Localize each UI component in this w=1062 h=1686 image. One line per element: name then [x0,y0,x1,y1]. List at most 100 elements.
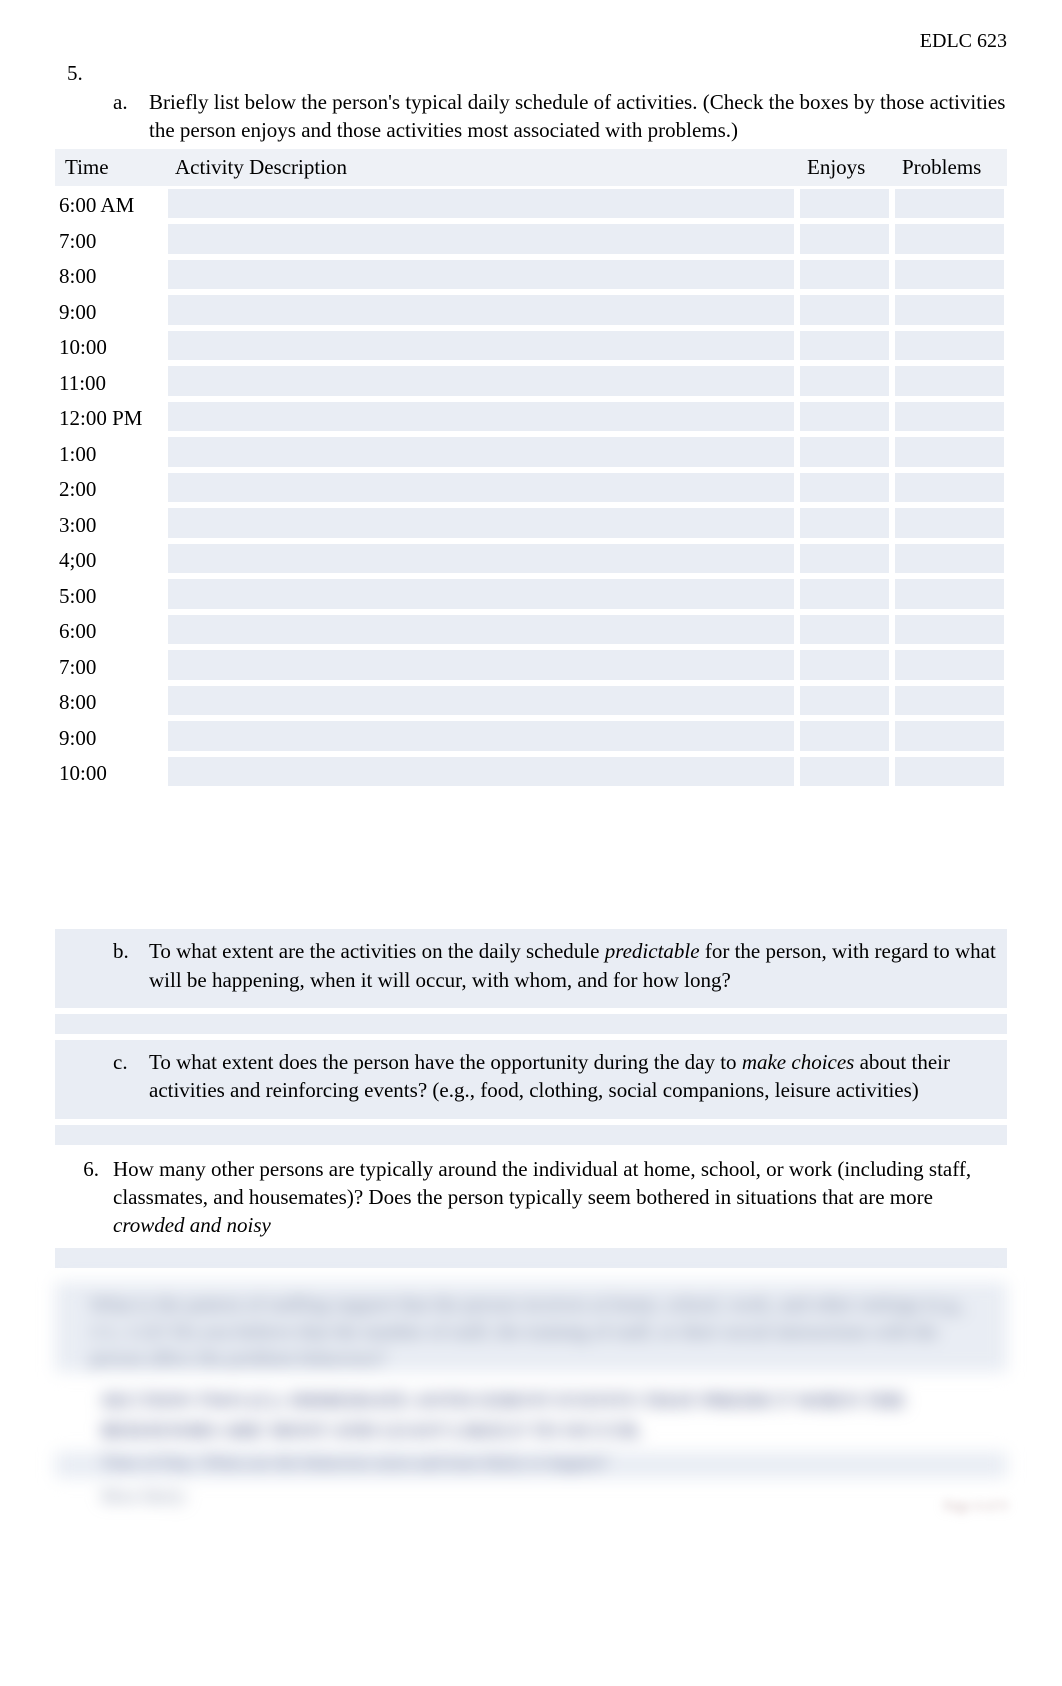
enjoys-checkbox[interactable] [800,295,889,325]
enjoys-checkbox[interactable] [800,508,889,538]
cell-activity[interactable] [165,221,797,257]
cell-activity[interactable] [165,186,797,222]
cell-problems[interactable] [892,683,1007,719]
cell-problems[interactable] [892,505,1007,541]
enjoys-checkbox[interactable] [800,473,889,503]
enjoys-checkbox[interactable] [800,615,889,645]
problems-checkbox[interactable] [895,544,1004,574]
cell-enjoys[interactable] [797,576,892,612]
enjoys-checkbox[interactable] [800,544,889,574]
problems-checkbox[interactable] [895,473,1004,503]
cell-problems[interactable] [892,718,1007,754]
cell-activity[interactable] [165,683,797,719]
cell-activity[interactable] [165,292,797,328]
enjoys-checkbox[interactable] [800,331,889,361]
cell-enjoys[interactable] [797,470,892,506]
activity-input[interactable] [168,508,794,538]
cell-activity[interactable] [165,576,797,612]
problems-checkbox[interactable] [895,189,1004,219]
activity-input[interactable] [168,366,794,396]
activity-input[interactable] [168,615,794,645]
activity-input[interactable] [168,686,794,716]
problems-checkbox[interactable] [895,295,1004,325]
cell-activity[interactable] [165,399,797,435]
problems-checkbox[interactable] [895,224,1004,254]
activity-input[interactable] [168,650,794,680]
problems-checkbox[interactable] [895,686,1004,716]
cell-problems[interactable] [892,541,1007,577]
cell-activity[interactable] [165,363,797,399]
enjoys-checkbox[interactable] [800,402,889,432]
answer-bar-5b[interactable] [55,1014,1007,1034]
enjoys-checkbox[interactable] [800,366,889,396]
cell-activity[interactable] [165,541,797,577]
problems-checkbox[interactable] [895,650,1004,680]
cell-enjoys[interactable] [797,186,892,222]
problems-checkbox[interactable] [895,508,1004,538]
problems-checkbox[interactable] [895,331,1004,361]
problems-checkbox[interactable] [895,260,1004,290]
cell-enjoys[interactable] [797,541,892,577]
cell-activity[interactable] [165,612,797,648]
activity-input[interactable] [168,189,794,219]
cell-problems[interactable] [892,647,1007,683]
activity-input[interactable] [168,295,794,325]
cell-problems[interactable] [892,612,1007,648]
cell-problems[interactable] [892,576,1007,612]
cell-problems[interactable] [892,328,1007,364]
enjoys-checkbox[interactable] [800,437,889,467]
problems-checkbox[interactable] [895,366,1004,396]
cell-enjoys[interactable] [797,434,892,470]
cell-enjoys[interactable] [797,292,892,328]
cell-problems[interactable] [892,257,1007,293]
cell-activity[interactable] [165,470,797,506]
problems-checkbox[interactable] [895,402,1004,432]
enjoys-checkbox[interactable] [800,721,889,751]
cell-problems[interactable] [892,292,1007,328]
answer-bar-5c[interactable] [55,1125,1007,1145]
activity-input[interactable] [168,473,794,503]
cell-enjoys[interactable] [797,399,892,435]
enjoys-checkbox[interactable] [800,224,889,254]
activity-input[interactable] [168,544,794,574]
activity-input[interactable] [168,579,794,609]
activity-input[interactable] [168,721,794,751]
activity-input[interactable] [168,437,794,467]
enjoys-checkbox[interactable] [800,260,889,290]
enjoys-checkbox[interactable] [800,189,889,219]
enjoys-checkbox[interactable] [800,686,889,716]
cell-problems[interactable] [892,399,1007,435]
activity-input[interactable] [168,224,794,254]
enjoys-checkbox[interactable] [800,757,889,787]
problems-checkbox[interactable] [895,437,1004,467]
cell-problems[interactable] [892,221,1007,257]
activity-input[interactable] [168,402,794,432]
cell-enjoys[interactable] [797,257,892,293]
cell-problems[interactable] [892,754,1007,790]
cell-enjoys[interactable] [797,363,892,399]
enjoys-checkbox[interactable] [800,650,889,680]
cell-activity[interactable] [165,505,797,541]
activity-input[interactable] [168,331,794,361]
cell-problems[interactable] [892,363,1007,399]
cell-enjoys[interactable] [797,683,892,719]
cell-enjoys[interactable] [797,328,892,364]
cell-enjoys[interactable] [797,612,892,648]
cell-activity[interactable] [165,647,797,683]
cell-enjoys[interactable] [797,754,892,790]
cell-activity[interactable] [165,328,797,364]
cell-enjoys[interactable] [797,505,892,541]
problems-checkbox[interactable] [895,757,1004,787]
problems-checkbox[interactable] [895,721,1004,751]
cell-problems[interactable] [892,470,1007,506]
cell-problems[interactable] [892,434,1007,470]
answer-bar-6[interactable] [55,1248,1007,1268]
cell-activity[interactable] [165,754,797,790]
activity-input[interactable] [168,260,794,290]
cell-problems[interactable] [892,186,1007,222]
cell-activity[interactable] [165,257,797,293]
activity-input[interactable] [168,757,794,787]
cell-activity[interactable] [165,434,797,470]
problems-checkbox[interactable] [895,579,1004,609]
enjoys-checkbox[interactable] [800,579,889,609]
